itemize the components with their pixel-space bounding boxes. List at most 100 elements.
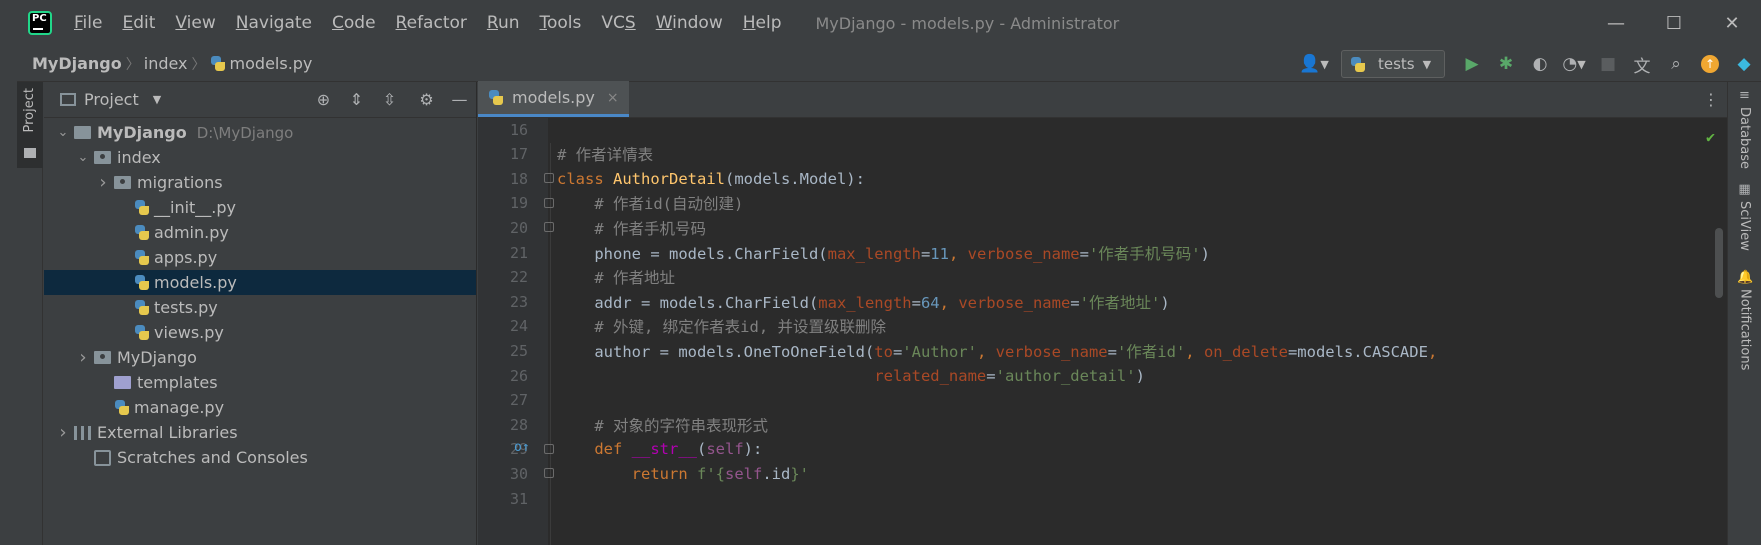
expand-all-icon[interactable]: ⇕ [340, 85, 373, 115]
project-tool-tab-label: Project [22, 88, 37, 133]
stop-icon[interactable]: ■ [1591, 49, 1625, 79]
maximize-button[interactable]: ☐ [1645, 0, 1703, 46]
tree-item[interactable]: › migrations [44, 170, 476, 195]
breadcrumb-folder[interactable]: index [144, 54, 188, 73]
tree-item-label: MyDjango [97, 123, 187, 142]
breadcrumb-file-label: models.py [229, 54, 313, 73]
menu-item-edit[interactable]: Edit [112, 13, 165, 33]
more-options-icon[interactable]: ⋮ [1703, 90, 1719, 109]
editor-tab-bar: models.py × ⋮ [478, 81, 1727, 118]
close-tab-icon[interactable]: × [607, 90, 619, 106]
fold-marker-icon[interactable] [544, 173, 554, 184]
tree-item[interactable]: › External Libraries [44, 420, 476, 445]
tree-item[interactable]: templates [44, 370, 476, 395]
chevron-down-icon[interactable]: ⌄ [52, 125, 74, 140]
hide-icon[interactable]: — [443, 85, 476, 115]
tree-item[interactable]: views.py [44, 320, 476, 345]
breadcrumb-separator: 〉 [191, 56, 206, 73]
tree-item[interactable]: admin.py [44, 220, 476, 245]
menu-item-vcs[interactable]: VCS [591, 13, 645, 33]
code-text: # 作者id(自动创建) [594, 195, 744, 214]
chevron-down-icon[interactable]: ⌄ [72, 150, 94, 165]
project-panel-title[interactable]: Project [84, 90, 139, 109]
python-file-icon [114, 399, 130, 416]
code-area[interactable]: ✔ 16 17 # 作者详情表 18 class AuthorDetail(models… [478, 118, 1727, 545]
tool-window-label: Database [1737, 107, 1752, 170]
locate-icon[interactable]: ⊕ [307, 85, 340, 115]
tree-item[interactable]: models.py [44, 270, 476, 295]
tree-item[interactable]: apps.py [44, 245, 476, 270]
tree-item-path: D:\MyDjango [196, 123, 294, 142]
breadcrumb-project[interactable]: MyDjango [32, 54, 122, 73]
editor: models.py × ⋮ ✔ 16 17 # 作者详情表 18 class Autho… [478, 81, 1727, 545]
tool-window-database[interactable]: ≡ Database [1737, 88, 1752, 169]
breadcrumb-file[interactable]: models.py [210, 54, 313, 73]
coverage-icon[interactable]: ◐ [1523, 49, 1557, 79]
fold-marker-icon[interactable] [544, 468, 554, 479]
project-tool-tab[interactable]: Project [17, 82, 43, 168]
menu-item-view[interactable]: View [165, 13, 225, 33]
menu-item-file[interactable]: File [64, 13, 112, 33]
close-button[interactable]: ✕ [1703, 0, 1761, 46]
update-icon[interactable]: ↑ [1693, 49, 1727, 79]
menu-item-refactor[interactable]: Refactor [386, 13, 477, 33]
tool-window-notifications[interactable]: 🔔 Notifications [1737, 270, 1753, 370]
collapse-all-icon[interactable]: ⇳ [373, 85, 406, 115]
code-text: class AuthorDetail(models.Model): [557, 169, 865, 188]
right-tool-strip: ≡ Database ▦ SciView 🔔 Notifications [1727, 82, 1761, 545]
search-icon[interactable]: ⌕ [1659, 49, 1693, 79]
gear-icon[interactable]: ⚙ [410, 85, 443, 115]
menu-item-tools[interactable]: Tools [530, 13, 592, 33]
python-file-icon [134, 299, 150, 316]
window-controls: — ☐ ✕ [1587, 0, 1761, 46]
menu-item-run[interactable]: Run [477, 13, 530, 33]
code-text: addr = models.CharField(max_length=64, v… [557, 293, 1170, 312]
profile-icon[interactable]: ◔ ▼ [1557, 49, 1591, 79]
code-line: 30 return f'{self.id}' [478, 461, 1727, 486]
python-file-icon [134, 199, 150, 216]
override-marker-icon[interactable]: o↑ [514, 440, 530, 455]
tree-item[interactable]: ⌄ index [44, 145, 476, 170]
menu-item-help[interactable]: Help [733, 13, 792, 33]
code-line: 27 [478, 388, 1727, 413]
code-text: # 外键, 绑定作者表id, 并设置级联删除 [594, 318, 886, 337]
run-icon[interactable]: ▶ [1455, 49, 1489, 79]
tree-item-label: manage.py [134, 398, 225, 417]
tree-item[interactable]: Scratches and Consoles [44, 445, 476, 470]
project-panel-header: Project ▼ ⊕ ⇕ ⇳ ⚙ — [44, 82, 476, 118]
fold-marker-icon[interactable] [544, 197, 554, 208]
tree-item[interactable]: tests.py [44, 295, 476, 320]
chevron-right-icon[interactable]: › [92, 172, 114, 193]
chevron-down-icon: ▼ [1422, 57, 1432, 71]
run-configuration-select[interactable]: tests ▼ [1341, 50, 1445, 78]
run-configuration-label: tests [1378, 55, 1415, 73]
line-number: 31 [509, 489, 528, 508]
fold-marker-icon[interactable] [544, 443, 554, 454]
chevron-right-icon[interactable]: › [72, 347, 94, 368]
fold-marker-icon[interactable] [544, 222, 554, 233]
menu-item-navigate[interactable]: Navigate [226, 13, 322, 33]
tab-models-py[interactable]: models.py × [478, 81, 629, 117]
tree-item[interactable]: › MyDjango [44, 345, 476, 370]
tree-item-label: admin.py [154, 223, 229, 242]
debug-icon[interactable]: ✱ [1489, 49, 1523, 79]
chevron-down-icon[interactable]: ▼ [153, 93, 161, 106]
tree-item[interactable]: __init__.py [44, 195, 476, 220]
python-config-icon [1350, 56, 1366, 73]
translate-icon[interactable]: 文 [1625, 49, 1659, 79]
line-number: 17 [509, 145, 528, 164]
menu-item-window[interactable]: Window [646, 13, 733, 33]
tool-window-sciview[interactable]: ▦ SciView [1737, 182, 1752, 251]
menu-item-code[interactable]: Code [322, 13, 386, 33]
code-text: # 对象的字符串表现形式 [594, 416, 768, 435]
jetbrains-logo-icon[interactable]: ◆ [1727, 49, 1761, 79]
tree-item[interactable]: ⌄ MyDjango D:\MyDjango [44, 120, 476, 145]
minimize-button[interactable]: — [1587, 0, 1645, 46]
tree-item[interactable]: manage.py [44, 395, 476, 420]
tree-item-label: External Libraries [97, 423, 238, 442]
chevron-right-icon[interactable]: › [52, 422, 74, 443]
line-number: 25 [509, 341, 528, 360]
tool-window-label: Notifications [1737, 289, 1753, 371]
user-icon[interactable]: 👤 ▼ [1297, 49, 1331, 79]
line-number: 24 [509, 317, 528, 336]
